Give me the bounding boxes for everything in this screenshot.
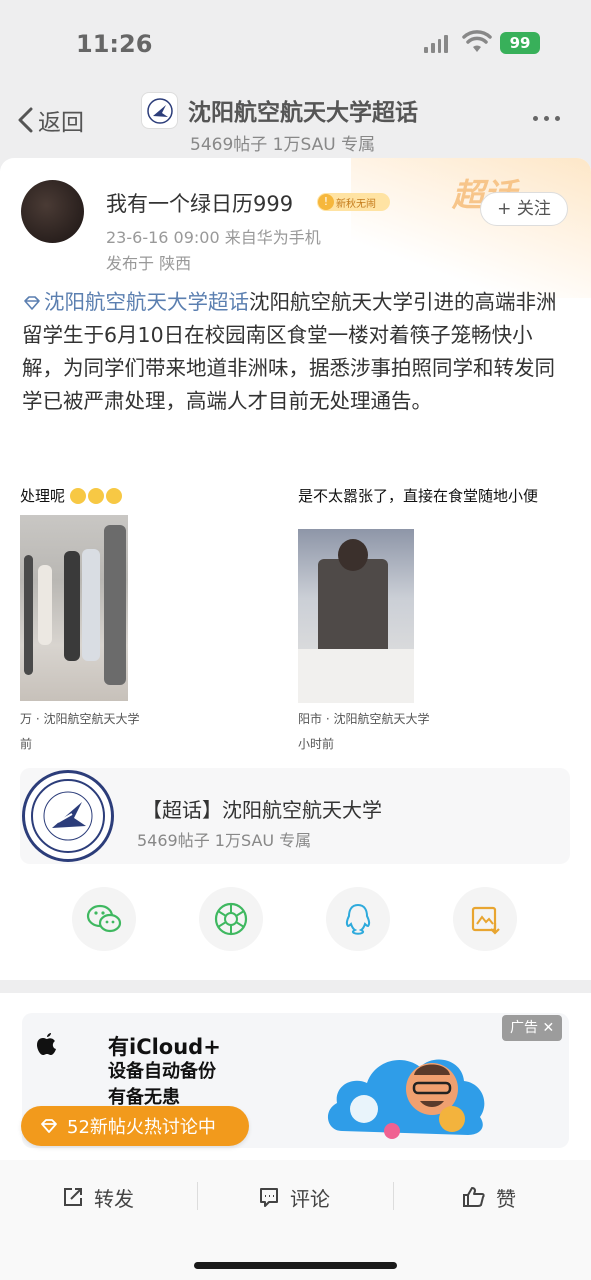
comment-icon: [260, 1188, 278, 1207]
divider: [197, 1182, 198, 1210]
share-row: [0, 883, 591, 953]
cellular-signal-icon: [424, 35, 448, 53]
wifi-icon: [462, 30, 492, 52]
battery-indicator: 99: [500, 32, 540, 54]
university-logo-icon: [141, 92, 178, 129]
save-image-button[interactable]: [453, 887, 517, 951]
divider: [393, 1182, 394, 1210]
status-bar: 11:26 99: [0, 0, 591, 88]
supertopic-subtitle: 5469帖子 1万SAU 专属: [137, 831, 312, 850]
qq-icon: [345, 903, 371, 935]
post-images: 处理呢 万 · 沈阳航空航天大学 前 是不太嚣张了，直接在食堂随地小便 阳市 ·…: [20, 485, 570, 753]
image-2-time: 小时前: [298, 737, 335, 751]
topic-link[interactable]: 沈阳航空航天大学超话: [22, 290, 249, 314]
moments-icon: [214, 902, 248, 936]
repost-label: 转发: [94, 1186, 134, 1211]
follow-button[interactable]: + 关注: [480, 192, 568, 226]
status-time: 11:26: [76, 30, 153, 58]
image-1-caption: 处理呢: [20, 485, 122, 506]
wechat-icon: [86, 904, 122, 933]
supertopic-title: 【超话】沈阳航空航天大学: [142, 798, 382, 822]
topic-diamond-icon: [24, 296, 40, 310]
author-badge: ! 新秋无闹: [317, 193, 390, 211]
back-button[interactable]: 返回: [16, 103, 84, 137]
hot-discussion-pill[interactable]: 52新帖火热讨论中: [21, 1106, 249, 1146]
diamond-icon: [41, 1119, 57, 1133]
topic-link-text: 沈阳航空航天大学超话: [44, 290, 249, 314]
image-1-time: 前: [20, 737, 33, 751]
comment-label: 评论: [290, 1186, 330, 1211]
post-card: 超话 我有一个绿日历999 ! 新秋无闹 + 关注 23-6-16 09:00 …: [0, 158, 591, 980]
photo-cafeteria-people: [20, 515, 128, 701]
post-body: 沈阳航空航天大学超话沈阳航空航天大学引进的高端非洲留学生于6月10日在校园南区食…: [22, 286, 572, 418]
author-name[interactable]: 我有一个绿日历999: [106, 188, 293, 218]
like-label: 赞: [496, 1186, 516, 1211]
chevron-left-icon: [18, 107, 33, 133]
image-2-location: 阳市 · 沈阳航空航天大学: [298, 712, 430, 726]
share-qq-button[interactable]: [326, 887, 390, 951]
image-2-caption: 是不太嚣张了，直接在食堂随地小便: [298, 487, 539, 505]
badge-icon: !: [318, 194, 334, 210]
share-icon: [64, 1188, 82, 1206]
nav-bar: 返回 沈阳航空航天大学超话 5469帖子 1万SAU 专属: [0, 88, 591, 158]
image-1-location: 万 · 沈阳航空航天大学: [20, 712, 140, 726]
university-seal-icon: [22, 770, 114, 862]
nav-title: 沈阳航空航天大学超话: [188, 100, 418, 126]
post-meta: 23-6-16 09:00 来自华为手机: [106, 228, 321, 247]
post-location: 发布于 陕西: [106, 254, 192, 273]
comment-button[interactable]: 评论: [258, 1182, 330, 1212]
badge-text: 新秋无闹: [336, 198, 376, 210]
nav-subtitle: 5469帖子 1万SAU 专属: [190, 135, 376, 155]
photo-person-at-counter: [298, 529, 414, 703]
apple-logo-icon: [37, 1033, 56, 1055]
back-label: 返回: [38, 110, 84, 136]
hot-discussion-text: 52新帖火热讨论中: [67, 1117, 216, 1138]
author-avatar[interactable]: [21, 180, 84, 243]
home-indicator[interactable]: [194, 1262, 397, 1269]
icloud-illustration-icon: [327, 1059, 485, 1139]
like-button[interactable]: 赞: [462, 1182, 516, 1212]
share-wechat-button[interactable]: [72, 887, 136, 951]
thumbs-up-icon: [463, 1187, 485, 1207]
ad-close-tag[interactable]: 广告 ✕: [502, 1015, 563, 1041]
share-moments-button[interactable]: [199, 887, 263, 951]
post-image-1[interactable]: 处理呢 万 · 沈阳航空航天大学 前: [20, 485, 295, 753]
ad-line-2: 设备自动备份: [108, 1061, 216, 1082]
save-image-icon: [471, 906, 500, 935]
supertopic-card[interactable]: 【超话】沈阳航空航天大学 5469帖子 1万SAU 专属: [20, 768, 570, 864]
post-image-2[interactable]: 是不太嚣张了，直接在食堂随地小便 阳市 · 沈阳航空航天大学 小时前: [298, 485, 570, 753]
laughing-emoji-icon: [69, 488, 122, 504]
repost-button[interactable]: 转发: [62, 1182, 134, 1212]
more-options-icon[interactable]: [533, 116, 560, 121]
